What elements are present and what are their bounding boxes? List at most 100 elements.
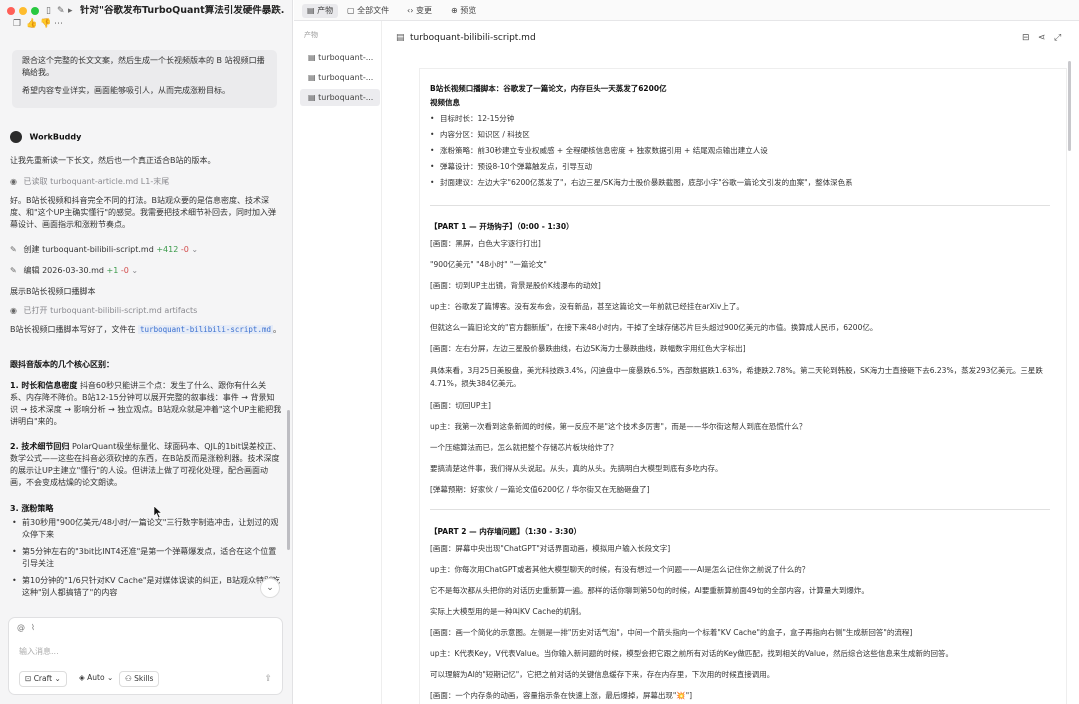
script-line: 可以理解为AI的"短期记忆"，它把之前对话的关键信息缓存下来，存在内存里，下次用… [430,670,775,679]
script-line: up主：K代表Key，V代表Value。当你输入新问题的时候，模型会把它跟之前所… [430,649,953,658]
part-2-heading: 【PART 2 — 内存墙问题】（1:30 - 3:30） [430,527,582,536]
craft-icon: ⊡ [25,674,32,683]
script-line: [画面：切回UP主] [430,401,491,410]
file-item[interactable]: ▤ turboquant-... [300,69,380,86]
file-item-label: turboquant-... [318,93,374,102]
file-list-header: 产物 [304,31,318,39]
new-chat-icon[interactable]: ✎ [57,5,65,17]
document-scrollbar[interactable] [1068,61,1071,151]
zoom-window-button[interactable] [31,7,39,15]
lines-added: +1 [106,266,119,275]
tab-bar: ▤ 产物 ▢ 全部文件 ‹› 变更 ⊕ 预览 [294,0,1079,21]
script-line: [画面：黑屏，白色大字逐行打出] [430,239,541,248]
copy-icon[interactable]: ❐ [13,18,21,30]
chat-scrollbar[interactable] [287,410,290,550]
artifact-panel: ▤ 产物 ▢ 全部文件 ‹› 变更 ⊕ 预览 产物 ▤ turboquant-.… [294,0,1079,704]
script-line: "900亿美元" "48小时" "一篇论文" [430,260,547,269]
skills-label: Skills [134,674,154,683]
expand-icon[interactable]: ⤢ [1054,33,1061,43]
send-icon[interactable]: ⇪ [264,674,272,684]
minimize-window-button[interactable] [19,7,27,15]
user-message-line: 跟合这个完整的长文文案，然后生成一个长视频版本的 B 站视频口播稿给我。 [22,56,265,77]
mode-select[interactable]: ⊡ Craft ⌄ [19,671,67,687]
eye-icon: ◉ [10,177,17,186]
tab-all-files[interactable]: ▢ 全部文件 [342,4,394,18]
file-icon: ▤ [396,33,405,43]
part-1-heading: 【PART 1 — 开场钩子】（0:00 - 1:30） [430,222,574,231]
tab-artifacts[interactable]: ▤ 产物 [302,4,339,18]
nav-icon[interactable]: ▸ [68,5,73,17]
file-icon: ▤ [308,93,316,102]
script-line: [画面：一个内存条的动画，容量指示条在快速上涨，最后爆掉，屏幕出现"💥"] [430,691,693,700]
list-item: 前30秒用"900亿美元/48小时/一篇论文"三行数字制造冲击，让划过的观众停下… [10,517,282,540]
file-list: 产物 ▤ turboquant-... ▤ turboquant-... ▤ t… [294,21,382,704]
chevron-down-icon[interactable]: ⌄ [131,266,138,275]
chevron-down-icon: ⌄ [106,673,114,682]
pencil-icon: ✎ [10,245,17,254]
tab-label: 预览 [460,6,477,15]
tab-preview[interactable]: ⊕ 预览 [446,4,481,18]
opened-file-step[interactable]: ◉ 已打开 turboquant-bilibili-script.md arti… [10,305,197,316]
file-item-label: turboquant-... [318,73,374,82]
point-2: 2. 技术细节回归 PolarQuant极坐标量化、球面码本、QJL的1bit误… [10,441,282,489]
at-icon[interactable]: @ [17,623,25,632]
tab-label: 全部文件 [357,6,390,15]
info-heading: 视频信息 [430,98,460,107]
file-link[interactable]: turboquant-bilibili-script.md [138,325,273,334]
tab-changes[interactable]: ‹› 变更 [402,4,437,18]
script-line: 它不是每次都从头把你的对话历史重新算一遍。那样的话你聊到第50句的时候，AI要重… [430,586,869,595]
message-input[interactable]: 输入消息... [19,646,59,657]
script-line: [画面：左右分屏，左边三星股价暴跌曲线，右边SK海力士暴跌曲线，跌幅数字用红色大… [430,344,746,353]
tab-label: 变更 [415,6,432,15]
globe-icon: ⊕ [451,6,458,15]
script-line: up主：谷歌发了篇博客。没有发布会，没有新品，甚至这篇论文一年前就已经挂在arX… [430,302,744,311]
eye-icon: ◉ [10,306,17,315]
lines-removed: -0 [120,266,129,275]
script-line: [弹幕预期：好家伙 / 一篇论文值6200亿 / 华尔街又在无脑砸盘了] [430,485,650,494]
script-line: up主：我第一次看到这条新闻的时候，第一反应不是"这个技术多厉害"，而是——华尔… [430,422,807,431]
thumbs-down-icon[interactable]: 👎 [40,18,51,30]
assistant-header: WorkBuddy [10,131,81,143]
show-label: 展示B站长视频口播脚本 [10,287,96,296]
document-icon: ▢ [347,6,355,15]
diff-heading: 跟抖音版本的几个核心区别： [10,360,114,369]
auto-select[interactable]: ◈ Auto ⌄ [74,671,118,687]
assistant-intro: 让我先重新读一下长文，然后也一个真正适合B站的版本。 [10,156,216,165]
sidebar-toggle-icon[interactable]: ▯ [46,5,51,17]
read-file-step[interactable]: ◉ 已读取 turboquant-article.md L1-末尾 [10,176,169,187]
point-2-title: 2. 技术细节回归 [10,442,70,451]
share-icon[interactable]: ⋖ [1038,33,1046,43]
read-lines: L1-末尾 [140,177,170,186]
more-icon[interactable]: ⋯ [54,18,63,30]
list-item: 第5分钟左右的"3bit比INT4还准"是第一个弹幕爆发点，适合在这个位置引导关… [10,546,282,569]
skills-button[interactable]: ⚇ Skills [119,671,160,687]
done-end: 。 [273,325,281,334]
create-file-step[interactable]: ✎ 创建 turboquant-bilibili-script.md +412 … [10,244,198,255]
script-line: [画面：屏幕中央出现"ChatGPT"对话界面动画，模拟用户输入长段文字] [430,544,671,553]
close-window-button[interactable] [7,7,15,15]
chevron-down-icon: ⌄ [54,674,61,683]
scroll-down-button[interactable]: ⌄ [260,578,280,598]
file-item[interactable]: ▤ turboquant-... [300,89,380,106]
script-line: 一个压缩算法而已，怎么就把整个存储芯片板块给炸了？ [430,443,618,452]
chevron-down-icon[interactable]: ⌄ [191,245,198,254]
document-filename: turboquant-bilibili-script.md [410,33,536,43]
file-icon: ▤ [307,6,315,15]
app-window: ▯ ✎ ▸ 针对"谷歌发布TurboQuant算法引发硬件暴跌... ❐ 👍 👎… [0,0,1079,704]
edit-file-step[interactable]: ✎ 编辑 2026-03-30.md +1 -0 ⌄ [10,265,138,276]
info-item: 封面建议：左边大字"6200亿蒸发了"，右边三星/SK海力士股价暴跌截图，底部小… [430,177,853,188]
lines-added: +412 [156,245,179,254]
info-item: 目标时长：12-15分钟 [430,113,514,124]
code-icon: ‹› [407,6,414,15]
script-line: 要搞清楚这件事，我们得从头说起。从头，真的从头。先搞明白大模型到底有多吃内存。 [430,464,723,473]
info-item: 内容分区：知识区 / 科技区 [430,129,530,140]
edit-file: 2026-03-30.md [42,266,104,275]
user-message-line: 希望内容专业详实，画面能够吸引人，从而完成涨粉目标。 [22,86,230,95]
folder-icon[interactable]: ⊟ [1022,33,1030,43]
divider [430,205,1050,206]
thumbs-up-icon[interactable]: 👍 [26,18,37,30]
attach-icon[interactable]: ⌇ [31,623,35,632]
mode-label: Craft [33,674,53,683]
file-item[interactable]: ▤ turboquant-... [300,49,380,66]
opened-tag: artifacts [164,306,198,315]
